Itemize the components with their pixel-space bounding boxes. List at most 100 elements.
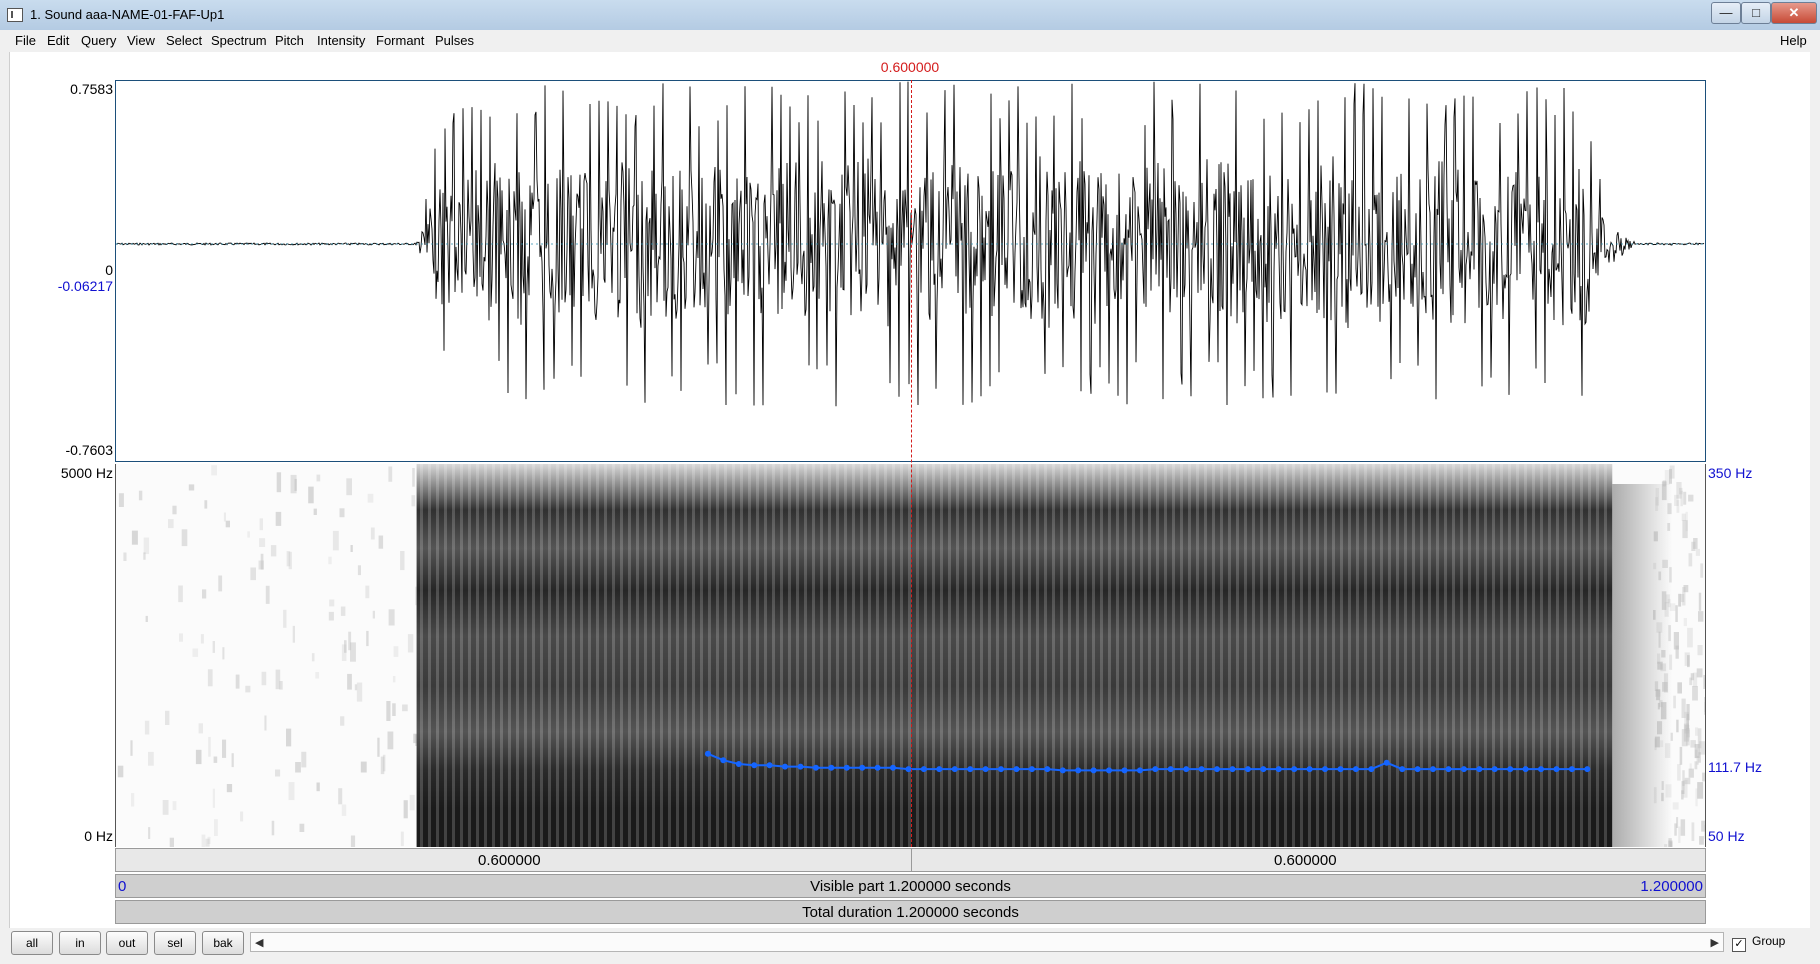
spectrogram-noise-mark bbox=[313, 508, 317, 515]
spectrogram-noise-mark bbox=[1679, 746, 1683, 765]
pitch-point bbox=[1414, 766, 1421, 773]
zoom-in-button[interactable]: in bbox=[59, 931, 101, 955]
spectrogram-noise-mark bbox=[1688, 768, 1694, 778]
spectrogram-noise-mark bbox=[308, 486, 314, 504]
total-duration-label: Total duration 1.200000 seconds bbox=[802, 904, 1019, 921]
spectrogram-noise-mark bbox=[1698, 611, 1704, 622]
pitch-point bbox=[1075, 767, 1082, 774]
spectrogram-noise-mark bbox=[1689, 763, 1692, 770]
spectrogram-noise-mark bbox=[366, 630, 369, 647]
spectrogram-noise-mark bbox=[1701, 820, 1705, 832]
spectrogram-noise-mark bbox=[131, 530, 138, 545]
spectrogram-noise-mark bbox=[356, 682, 363, 702]
cursor-line bbox=[911, 80, 912, 847]
scroll-left-icon[interactable]: ◀ bbox=[255, 936, 263, 949]
menu-edit[interactable]: Edit bbox=[47, 33, 69, 48]
spectrogram-noise-mark bbox=[286, 551, 291, 567]
spectrogram-noise-mark bbox=[165, 710, 170, 725]
spectrogram-noise-mark bbox=[340, 716, 345, 726]
spectrogram-noise-mark bbox=[223, 512, 226, 522]
menu-view[interactable]: View bbox=[127, 33, 155, 48]
spectrogram-noise-mark bbox=[211, 465, 217, 476]
zoom-sel-button[interactable]: sel bbox=[154, 931, 196, 955]
spectrogram-noise-mark bbox=[192, 648, 199, 657]
total-duration-strip[interactable]: Total duration 1.200000 seconds bbox=[115, 900, 1706, 924]
pitch-point bbox=[797, 763, 804, 770]
spectrogram-noise-mark bbox=[208, 736, 211, 757]
pitch-point bbox=[1090, 767, 1097, 774]
waveform-trace bbox=[116, 81, 1705, 407]
spectrogram-offset-fade bbox=[1612, 484, 1673, 847]
zoom-all-button[interactable]: all bbox=[11, 931, 53, 955]
pitch-point bbox=[1460, 766, 1467, 773]
spectrogram-noise-mark bbox=[354, 684, 358, 691]
pitch-point bbox=[766, 762, 773, 769]
spectrogram-noise-mark bbox=[222, 739, 227, 758]
waveform-ymax-label: 0.7583 bbox=[70, 81, 113, 97]
close-button[interactable]: ✕ bbox=[1771, 2, 1817, 24]
spectrogram-noise-mark bbox=[1684, 777, 1691, 785]
spectrogram-noise-mark bbox=[117, 765, 124, 778]
spectrogram-noise-mark bbox=[279, 681, 283, 690]
spectrogram-noise-mark bbox=[1672, 802, 1679, 810]
spectrogram-noise-mark bbox=[1689, 677, 1693, 686]
pitch-point bbox=[751, 762, 758, 769]
spectrogram-noise-mark bbox=[1677, 682, 1682, 694]
spectrogram-noise-mark bbox=[259, 518, 263, 531]
pitch-point bbox=[1491, 766, 1498, 773]
time-scrollbar[interactable]: ◀ ▶ bbox=[250, 932, 1724, 952]
interval-strip[interactable]: 0.600000 0.600000 bbox=[115, 848, 1706, 872]
pitch-point bbox=[1275, 766, 1282, 773]
spectrogram-noise-mark bbox=[265, 585, 270, 604]
spectrogram-noise-mark bbox=[1691, 822, 1695, 841]
visible-part-label: Visible part 1.200000 seconds bbox=[810, 878, 1011, 895]
menu-help[interactable]: Help bbox=[1780, 33, 1807, 48]
pitch-point bbox=[1507, 766, 1514, 773]
pitch-point bbox=[982, 766, 989, 773]
spectrogram-freq-min-label: 0 Hz bbox=[84, 828, 113, 844]
menu-select[interactable]: Select bbox=[166, 33, 202, 48]
menu-pulses[interactable]: Pulses bbox=[435, 33, 474, 48]
right-interval-label: 0.600000 bbox=[1274, 852, 1337, 869]
zoom-out-button[interactable]: out bbox=[106, 931, 148, 955]
menu-intensity[interactable]: Intensity bbox=[317, 33, 365, 48]
pitch-point bbox=[1136, 767, 1143, 774]
spectrogram-noise-mark bbox=[329, 599, 335, 607]
minimize-button[interactable]: — bbox=[1711, 2, 1741, 24]
spectrogram-noise-mark bbox=[188, 484, 195, 491]
pitch-point bbox=[1368, 766, 1375, 773]
spectrogram-noise-mark bbox=[339, 508, 345, 518]
spectrogram-noise-mark bbox=[340, 606, 346, 616]
spectrogram-noise-mark bbox=[172, 505, 177, 515]
spectrogram-noise-mark bbox=[1700, 563, 1704, 578]
pitch-min-label: 50 Hz bbox=[1708, 828, 1745, 844]
menu-spectrum[interactable]: Spectrum bbox=[211, 33, 267, 48]
group-check-icon[interactable]: ✓ bbox=[1732, 938, 1746, 952]
spectrogram-noise-mark bbox=[179, 633, 183, 642]
pitch-point bbox=[1568, 766, 1575, 773]
zoom-bak-button[interactable]: bak bbox=[202, 931, 244, 955]
spectrogram-noise-mark bbox=[260, 553, 264, 570]
group-checkbox[interactable]: ✓ Group bbox=[1732, 934, 1785, 952]
spectrogram-noise-mark bbox=[1682, 587, 1686, 606]
left-interval-label: 0.600000 bbox=[478, 852, 541, 869]
spectrogram-noise-mark bbox=[143, 552, 146, 560]
spectrogram-noise-mark bbox=[1696, 668, 1703, 678]
spectrogram-noise-mark bbox=[148, 827, 151, 839]
pitch-point bbox=[812, 764, 819, 771]
spectrogram-noise-mark bbox=[1681, 790, 1684, 800]
menu-pitch[interactable]: Pitch bbox=[275, 33, 304, 48]
menu-file[interactable]: File bbox=[15, 33, 36, 48]
spectrogram-noise-mark bbox=[400, 831, 404, 847]
spectrogram-noise-mark bbox=[328, 611, 334, 621]
spectrogram-noise-mark bbox=[225, 520, 230, 528]
spectrogram-noise-mark bbox=[350, 545, 353, 552]
visible-part-strip[interactable]: 0 Visible part 1.200000 seconds 1.200000 bbox=[115, 874, 1706, 898]
menu-formant[interactable]: Formant bbox=[376, 33, 424, 48]
spectrogram-noise-mark bbox=[1690, 740, 1696, 748]
pitch-point bbox=[1229, 766, 1236, 773]
scroll-right-icon[interactable]: ▶ bbox=[1711, 936, 1719, 949]
spectrogram-noise-mark bbox=[348, 631, 352, 651]
maximize-button[interactable]: □ bbox=[1741, 2, 1771, 24]
menu-query[interactable]: Query bbox=[81, 33, 116, 48]
